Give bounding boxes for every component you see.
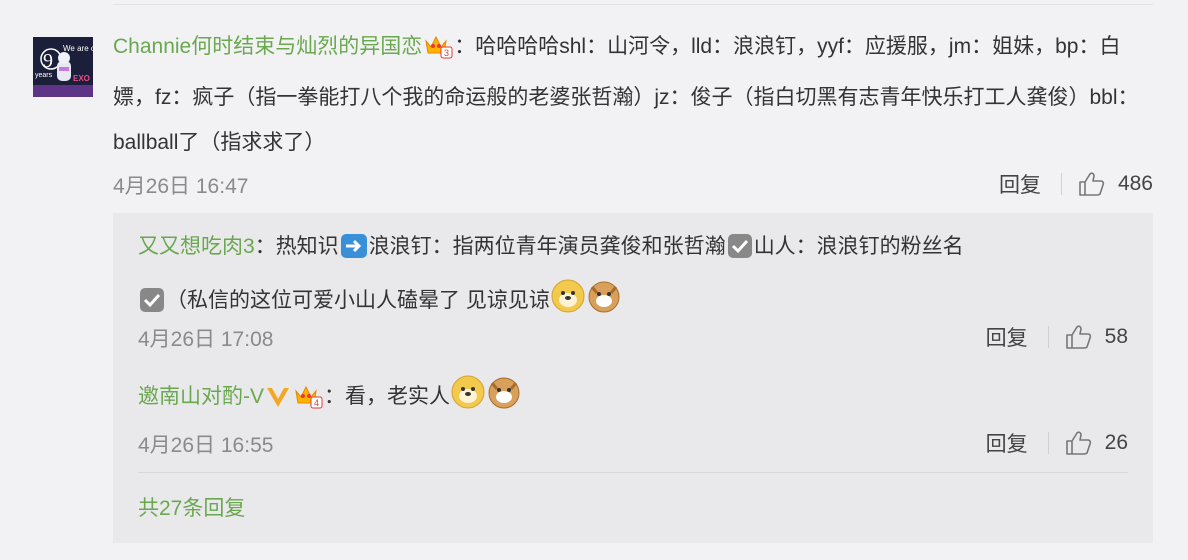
crown-badge-icon: 4 [293,379,323,427]
reply-text: 山人：浪浪钉的粉丝名 [753,235,964,258]
comment-actions: 回复 486 [999,169,1153,199]
like-button[interactable]: 58 [1065,324,1128,350]
like-button[interactable]: 486 [1078,171,1153,197]
cat-emoji-icon [587,279,621,331]
comment-time: 4月26日 16:47 [113,175,249,198]
reply-button[interactable]: 回复 [986,322,1028,352]
doge-emoji-icon [451,375,485,427]
reply-actions: 回复 58 [986,322,1128,352]
reply-text: ：看，老实人 [324,385,450,408]
top-divider [113,4,1153,5]
reply-item: 邀南山对酌-V 4 ：看，老实人 [138,373,1128,427]
avatar-text: We are one [63,44,93,53]
sub-replies: 又又想吃肉3：热知识 浪浪钉：指两位青年演员龚俊和张哲瀚 山人：浪浪钉的粉丝名 （私信… [113,213,1153,543]
thumbs-up-icon [1065,325,1091,349]
main-comment: Channie何时结束与灿烈的异国恋 3 ：哈哈哈哈shl：山河令，lld：浪浪… [113,24,1143,165]
doge-emoji-icon [551,279,585,331]
reply-button[interactable]: 回复 [986,428,1028,458]
reply-time: 4月26日 17:08 [138,328,274,351]
reply-item: 又又想吃肉3：热知识 浪浪钉：指两位青年演员龚俊和张哲瀚 山人：浪浪钉的粉丝名 （私信… [138,223,1128,331]
replies-divider [138,472,1128,473]
cat-emoji-icon [487,375,521,427]
avatar[interactable]: 9 We are one years EXO [33,37,93,97]
reply-username[interactable]: 又又想吃肉3 [138,235,255,258]
v-badge-icon [265,379,291,427]
reply-button[interactable]: 回复 [999,169,1041,199]
action-divider [1060,173,1062,195]
reply-actions: 回复 26 [986,428,1128,458]
reply-username[interactable]: 邀南山对酌-V [138,385,264,408]
more-replies-link[interactable]: 共27条回复 [138,492,245,522]
reply-text: 浪浪钉：指两位青年演员龚俊和张哲瀚 [368,235,726,258]
reply-text: （私信的这位可爱小山人磕晕了 见谅见谅 [166,289,550,312]
action-divider [1047,432,1049,454]
badge-level-text: 3 [444,48,449,58]
thumbs-up-icon [1065,431,1091,455]
arrow-right-icon [340,229,368,277]
check-box-icon [727,229,753,277]
comment-username[interactable]: Channie何时结束与灿烈的异国恋 [113,35,422,58]
reply-text: ：热知识 [254,235,339,258]
like-count: 58 [1104,325,1128,348]
avatar-sub: years [35,72,53,79]
crown-badge-icon: 3 [423,30,453,75]
thumbs-up-icon [1079,172,1105,196]
like-button[interactable]: 26 [1065,430,1128,456]
like-count: 26 [1104,431,1128,454]
badge-level-text: 4 [314,398,319,408]
avatar-exo: EXO [73,74,90,83]
like-count: 486 [1117,172,1153,195]
action-divider [1047,326,1049,348]
reply-time: 4月26日 16:55 [138,434,274,457]
avatar-number: 9 [43,50,53,72]
